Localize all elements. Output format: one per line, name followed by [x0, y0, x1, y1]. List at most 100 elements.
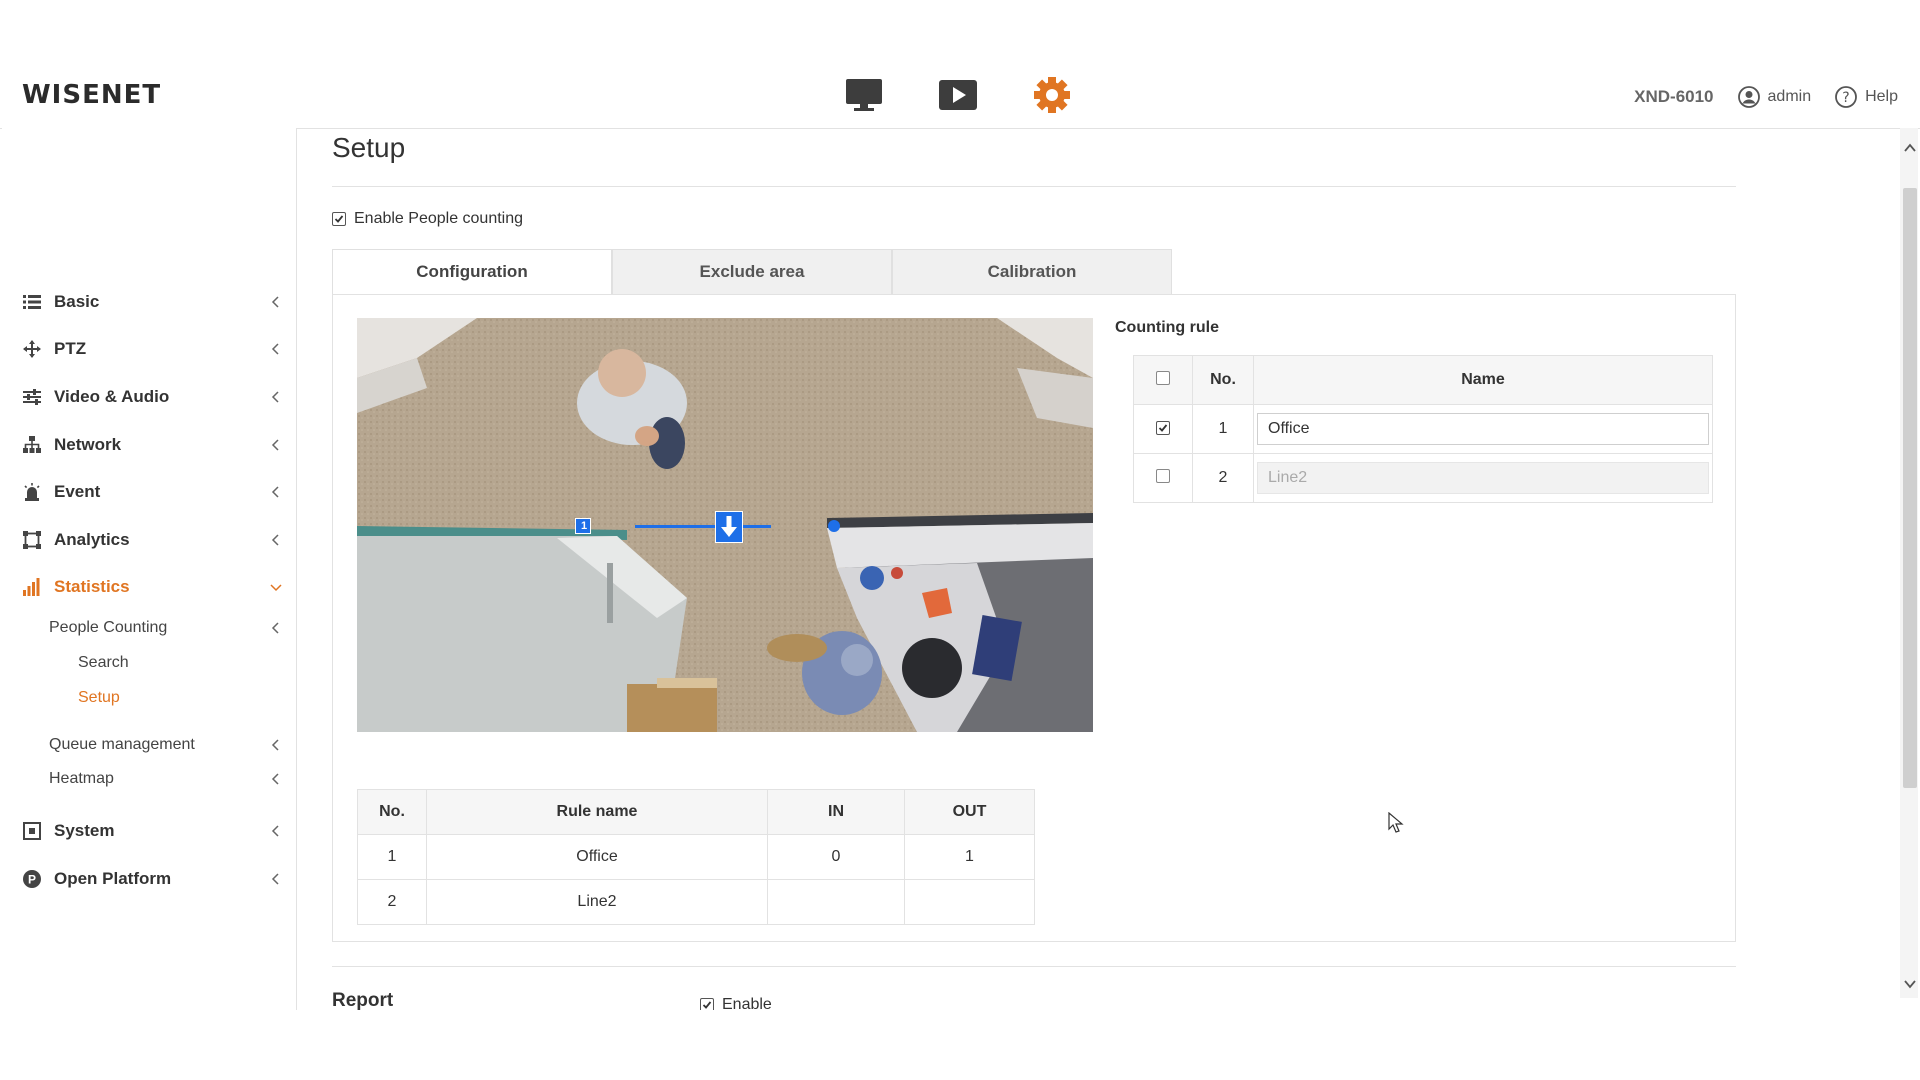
system-icon — [22, 821, 42, 841]
top-nav-icons — [845, 76, 1071, 114]
select-all-checkbox[interactable] — [1156, 370, 1170, 385]
cell-in — [767, 879, 905, 925]
line-handle-end[interactable] — [828, 520, 840, 532]
sidebar-item-open-platform[interactable]: P Open Platform — [22, 864, 284, 894]
line-direction-arrow-icon[interactable] — [715, 511, 743, 543]
scrollbar-thumb[interactable] — [1903, 188, 1917, 788]
cell-rule-name: Office — [426, 834, 768, 880]
sidebar-item-statistics[interactable]: Statistics — [22, 572, 284, 602]
sidebar-item-analytics[interactable]: Analytics — [22, 525, 284, 555]
sidebar-sub-heatmap[interactable]: Heatmap — [49, 766, 284, 792]
chevron-left-icon — [271, 486, 279, 498]
scroll-down-icon[interactable] — [1902, 976, 1918, 992]
sidebar-item-event[interactable]: Event — [22, 477, 284, 507]
cell-rule-name: Line2 — [426, 879, 768, 925]
sidebar-sub-label: Setup — [78, 689, 120, 706]
sidebar-sub-people-counting[interactable]: People Counting — [49, 615, 284, 641]
help-label: Help — [1865, 88, 1898, 105]
sidebar-item-basic[interactable]: Basic — [22, 287, 284, 317]
header-right: XND-6010 admin ? Help — [1634, 86, 1898, 108]
svg-text:?: ? — [1842, 90, 1849, 106]
sidebar-item-label: Open Platform — [54, 869, 172, 888]
sliders-icon — [22, 387, 42, 407]
scroll-up-icon[interactable] — [1902, 140, 1918, 156]
user-name: admin — [1767, 88, 1812, 105]
count-result-table: No. Rule name IN OUT 1 Office 0 1 2 Line… — [357, 789, 1035, 925]
page-title: Setup — [332, 132, 406, 163]
report-label: Report — [332, 990, 394, 1010]
sidebar-item-label: Video & Audio — [54, 387, 170, 406]
header-rule-name: Rule name — [426, 789, 768, 835]
monitor-icon[interactable] — [845, 76, 883, 114]
cell-out — [904, 879, 1035, 925]
enable-checkbox[interactable] — [332, 212, 346, 226]
top-header: WISENET XND-6010 admin ? Help — [0, 58, 1920, 129]
report-enable[interactable]: Enable — [700, 996, 772, 1010]
table-row: 2 Line2 — [357, 879, 1035, 925]
playback-icon[interactable] — [939, 76, 977, 114]
row-name-cell — [1253, 453, 1713, 503]
camera-view[interactable]: 1 — [357, 318, 1093, 732]
list-icon — [22, 292, 42, 312]
sidebar-item-network[interactable]: Network — [22, 430, 284, 460]
chevron-left-icon — [271, 439, 279, 451]
header-no: No. — [1192, 355, 1254, 405]
sidebar-sub-label: Queue management — [49, 736, 195, 753]
row-checkbox[interactable] — [1156, 468, 1170, 483]
sidebar-item-video-audio[interactable]: Video & Audio — [22, 382, 284, 412]
chevron-left-icon — [271, 296, 279, 308]
tab-exclude-area[interactable]: Exclude area — [612, 249, 892, 295]
cell-no: 1 — [357, 834, 427, 880]
settings-icon[interactable] — [1033, 76, 1071, 114]
chevron-left-icon — [271, 343, 279, 355]
chevron-left-icon — [271, 534, 279, 546]
sidebar-item-label: Basic — [54, 292, 100, 311]
table-header: No. Name — [1133, 355, 1713, 405]
row-checkbox[interactable] — [1156, 421, 1170, 435]
help-button[interactable]: ? Help — [1835, 86, 1898, 108]
help-icon: ? — [1835, 86, 1857, 108]
table-header: No. Rule name IN OUT — [357, 789, 1035, 835]
line-index-label: 1 — [580, 520, 588, 532]
svg-text:P: P — [28, 873, 36, 887]
bar-chart-icon — [22, 577, 42, 597]
mouse-cursor-icon — [1388, 812, 1404, 833]
row-checkbox-cell[interactable] — [1133, 453, 1193, 503]
report-enable-checkbox[interactable] — [700, 998, 714, 1010]
rule-name-input[interactable] — [1257, 413, 1709, 445]
chevron-left-icon — [271, 739, 279, 751]
enable-people-counting[interactable]: Enable People counting — [332, 210, 523, 228]
counting-line[interactable] — [635, 525, 771, 528]
cell-out: 1 — [904, 834, 1035, 880]
row-no: 2 — [1192, 453, 1254, 503]
sidebar-sub-setup[interactable]: Setup — [78, 685, 120, 711]
sidebar-sub-queue-management[interactable]: Queue management — [49, 732, 284, 758]
sidebar-item-system[interactable]: System — [22, 816, 284, 846]
counting-rule-title: Counting rule — [1115, 319, 1219, 336]
analytics-icon — [22, 530, 42, 550]
sidebar-sub-search[interactable]: Search — [78, 650, 129, 676]
tab-calibration[interactable]: Calibration — [892, 249, 1172, 295]
tab-configuration[interactable]: Configuration — [332, 249, 612, 295]
move-icon — [22, 339, 42, 359]
row-checkbox-cell[interactable] — [1133, 404, 1193, 454]
table-row: 1 — [1133, 404, 1713, 454]
sidebar-item-label: Statistics — [54, 577, 130, 596]
chevron-left-icon — [271, 622, 279, 634]
user-menu[interactable]: admin — [1737, 86, 1812, 108]
network-icon — [22, 435, 42, 455]
header-in: IN — [767, 789, 905, 835]
user-icon — [1737, 86, 1760, 108]
sidebar: Basic PTZ Video & Audio Network Event An… — [2, 128, 297, 1010]
table-row: 2 — [1133, 453, 1713, 503]
app-window: WISENET XND-6010 admin ? Help Basic PTZ … — [0, 0, 1920, 1010]
header-out: OUT — [904, 789, 1035, 835]
sidebar-sub-label: Search — [78, 654, 129, 671]
platform-icon: P — [22, 869, 42, 889]
sidebar-item-ptz[interactable]: PTZ — [22, 334, 284, 364]
model-name: XND-6010 — [1634, 87, 1714, 106]
tab-bar: Configuration Exclude area Calibration — [332, 249, 1172, 295]
cell-no: 2 — [357, 879, 427, 925]
rule-name-input — [1257, 462, 1709, 494]
header-select-all[interactable] — [1133, 355, 1193, 405]
